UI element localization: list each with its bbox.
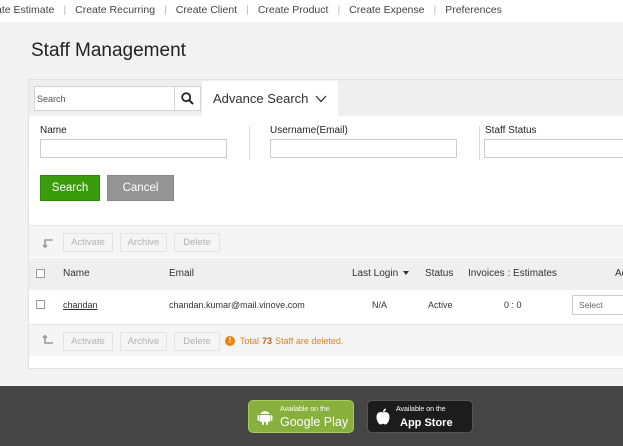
staff-email: chandan.kumar@mail.vinove.com — [169, 300, 305, 310]
deleted-note-prefix: Total — [240, 336, 260, 346]
nav-create-client[interactable]: Create Client — [176, 4, 237, 16]
staff-last-login: N/A — [372, 300, 388, 310]
table-row: chandan chandan.kumar@mail.vinove.com N/… — [29, 290, 623, 324]
delete-button[interactable]: Delete — [174, 332, 220, 351]
status-filter-input[interactable] — [484, 139, 623, 158]
cancel-button[interactable]: Cancel — [107, 175, 174, 201]
sort-desc-icon — [403, 271, 410, 276]
chevron-down-icon — [315, 95, 327, 102]
filter-divider — [479, 126, 480, 160]
search-icon[interactable] — [174, 86, 200, 111]
row-action-select-value: Select — [579, 300, 603, 310]
column-invoices-estimates[interactable]: Invoices : Estimates — [468, 268, 557, 279]
archive-button[interactable]: Archive — [120, 233, 167, 252]
android-icon — [257, 411, 273, 425]
nav-separator: | — [164, 4, 167, 16]
warning-icon: ! — [225, 336, 235, 346]
column-email[interactable]: Email — [169, 268, 194, 279]
status-filter-label: Staff Status — [485, 125, 537, 136]
name-filter-input[interactable] — [40, 139, 227, 158]
column-last-login[interactable]: Last Login — [352, 268, 410, 279]
corner-arrow-up-icon — [42, 335, 53, 344]
apple-icon — [376, 408, 390, 425]
corner-arrow-down-icon — [42, 239, 53, 248]
footer: Available on the Google Play Available o… — [0, 386, 623, 446]
nav-separator: | — [63, 4, 67, 16]
name-filter-label: Name — [40, 125, 67, 136]
column-name[interactable]: Name — [63, 268, 90, 279]
activate-button[interactable]: Activate — [63, 233, 113, 252]
advance-search-label: Advance Search — [213, 91, 309, 106]
deleted-count: 73 — [262, 336, 273, 346]
bulk-actions-bottom: Activate Archive Delete ! Total 73 Staff… — [29, 324, 623, 356]
page-title: Staff Management — [31, 40, 186, 61]
delete-button[interactable]: Delete — [174, 233, 220, 252]
search-input[interactable] — [35, 87, 173, 110]
row-checkbox[interactable] — [36, 300, 45, 309]
nav-create-estimate[interactable]: ate Estimate — [0, 4, 54, 16]
username-filter-input[interactable] — [270, 139, 457, 158]
nav-separator: | — [337, 4, 341, 16]
search-strip: Advance Search — [29, 80, 623, 116]
activate-button[interactable]: Activate — [63, 332, 113, 351]
deleted-staff-note: ! Total 73 Staff are deleted. — [225, 336, 343, 346]
nav-separator: | — [433, 4, 437, 16]
search-box — [34, 86, 201, 111]
google-play-badge[interactable]: Available on the Google Play — [248, 400, 354, 433]
app-store-small-text: Available on the — [396, 406, 446, 413]
nav-create-product[interactable]: Create Product — [258, 4, 329, 16]
column-status[interactable]: Status — [425, 268, 453, 279]
column-actions: Ac — [615, 268, 623, 279]
google-play-big-text: Google Play — [280, 415, 349, 429]
google-play-small-text: Available on the — [280, 406, 330, 413]
column-last-login-label: Last Login — [352, 268, 399, 279]
nav-create-recurring[interactable]: Create Recurring — [75, 4, 155, 16]
app-store-badge[interactable]: Available on the App Store — [367, 400, 473, 433]
search-button[interactable]: Search — [40, 175, 100, 201]
app-store-big-text: App Store — [400, 417, 453, 429]
staff-panel: Advance Search Name Username(Email) Staf… — [28, 79, 623, 369]
staff-name-link[interactable]: chandan — [63, 300, 98, 310]
filter-divider — [249, 126, 250, 160]
archive-button[interactable]: Archive — [120, 332, 167, 351]
advance-search-tab[interactable]: Advance Search — [202, 81, 338, 116]
staff-invoices-estimates: 0 : 0 — [504, 300, 522, 310]
nav-separator: | — [246, 4, 249, 16]
username-filter-label: Username(Email) — [270, 125, 348, 136]
nav-create-expense[interactable]: Create Expense — [349, 4, 424, 16]
table-header: Name Email Last Login Status Invoices : … — [29, 258, 623, 290]
nav-preferences[interactable]: Preferences — [445, 4, 502, 16]
select-all-checkbox[interactable] — [36, 269, 45, 278]
staff-status: Active — [428, 300, 453, 310]
bulk-actions-top: Activate Archive Delete — [29, 225, 623, 257]
deleted-note-suffix: Staff are deleted. — [275, 336, 344, 346]
row-action-select[interactable]: Select — [572, 295, 623, 315]
top-nav: ate Estimate | Create Recurring | Create… — [0, 0, 623, 22]
